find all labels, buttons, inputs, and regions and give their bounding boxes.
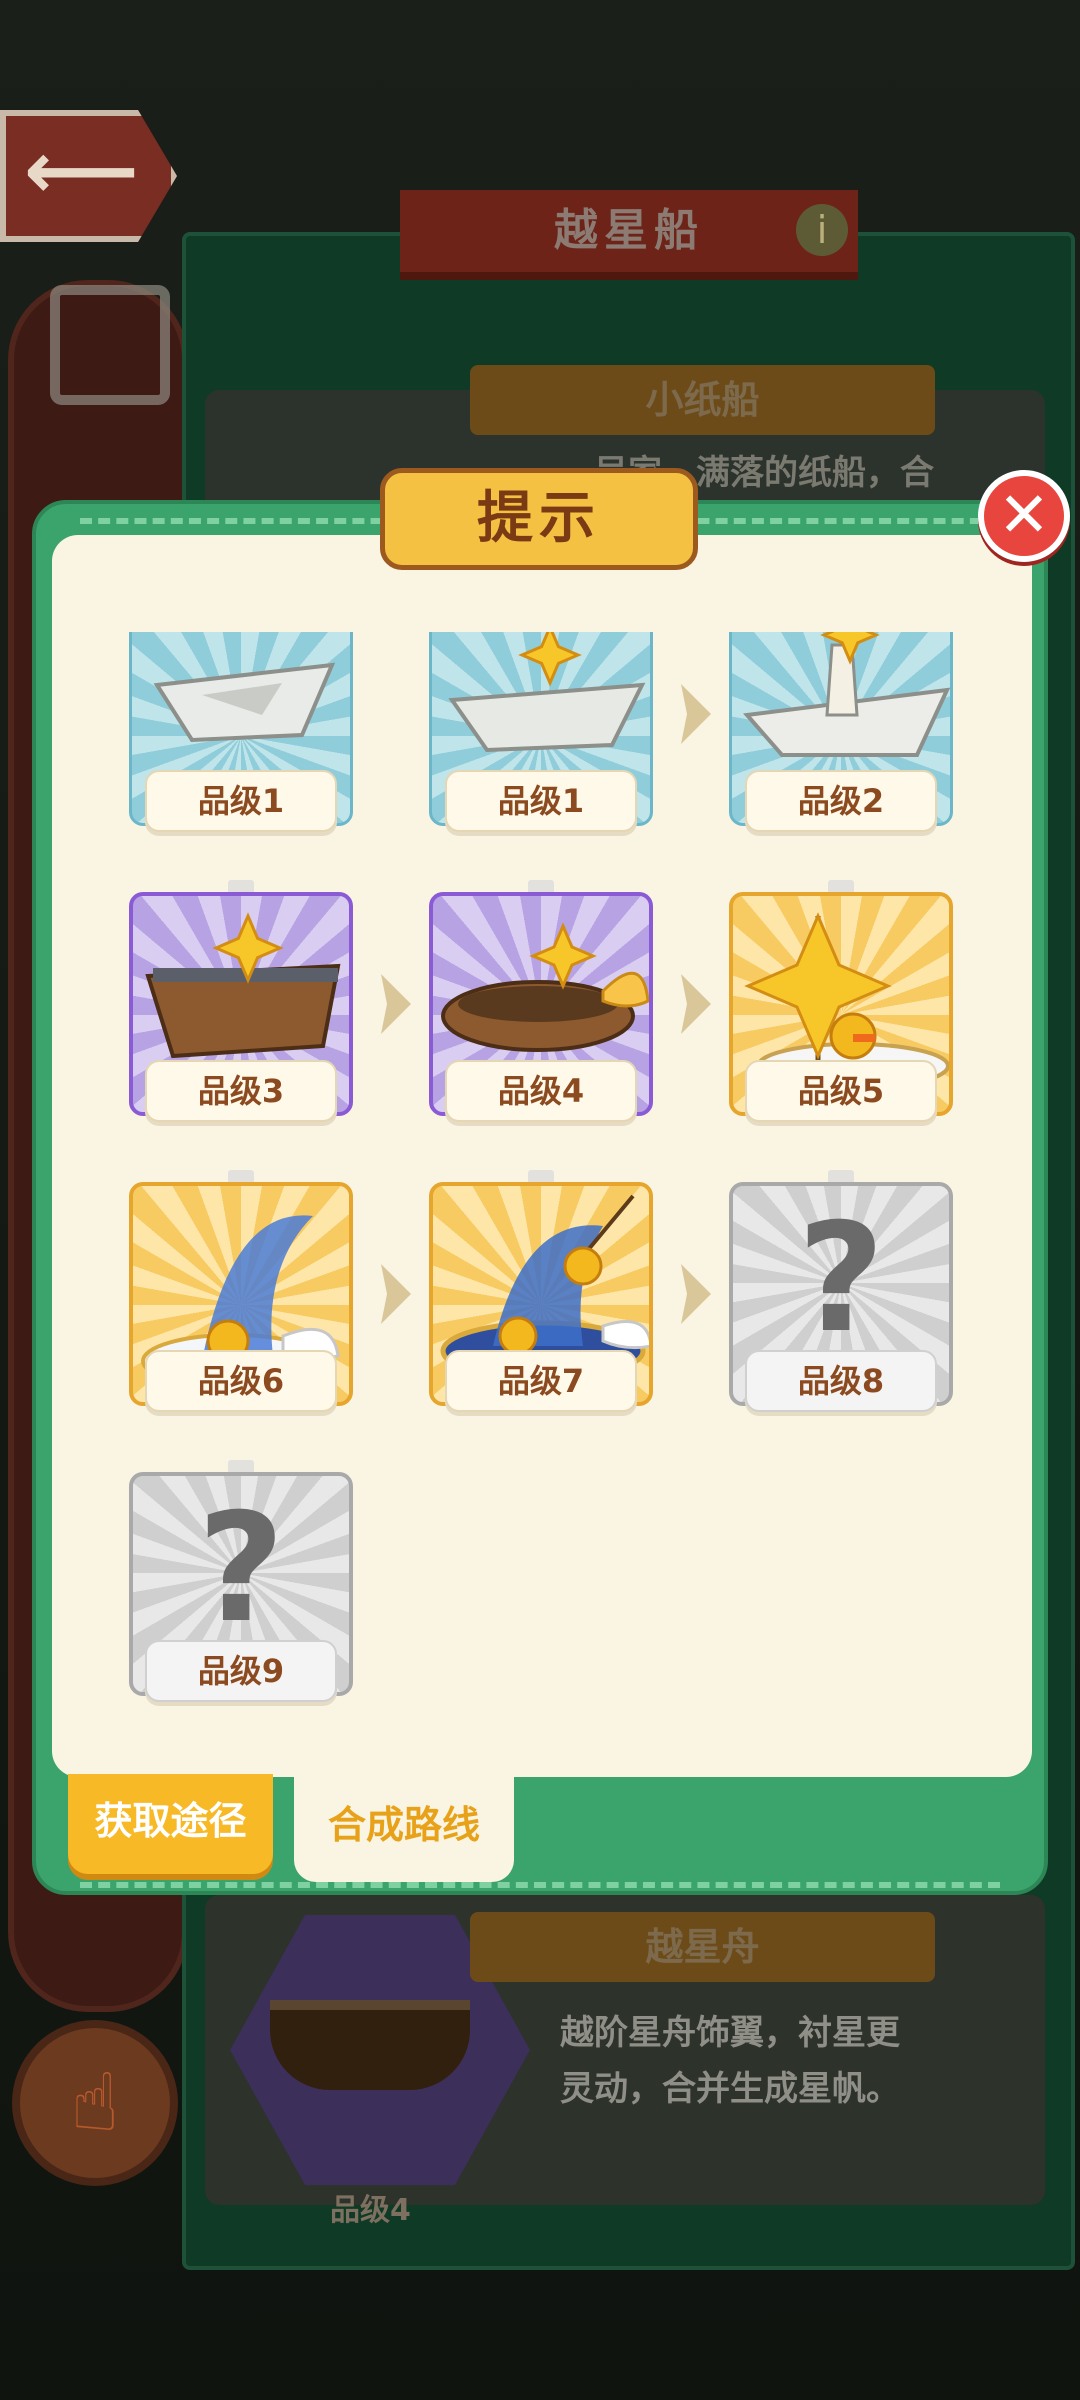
chevron-right-icon (381, 1264, 411, 1324)
grade-label: 品级6 (145, 1350, 337, 1412)
grade-label: 品级7 (445, 1350, 637, 1412)
background-item-desc-2: 越阶星舟饰翼，衬星更 灵动，合并生成星帆。 (560, 2005, 1010, 2117)
chevron-right-icon (681, 684, 711, 744)
grade-label: 品级9 (145, 1640, 337, 1702)
close-icon: ✕ (998, 478, 1050, 551)
background-panel-title: 越星船 i (400, 190, 858, 280)
grade-label: 品级3 (145, 1060, 337, 1122)
dialog-title: 提示 (477, 486, 601, 551)
question-mark-icon: ? (797, 1192, 885, 1366)
close-button[interactable]: ✕ (978, 470, 1070, 562)
chevron-right-icon (381, 974, 411, 1034)
frame-dash-bottom (80, 1882, 1000, 1888)
tab-obtain[interactable]: 获取途径 (68, 1774, 273, 1874)
grade-label: 品级8 (745, 1350, 937, 1412)
background-item-name-2: 越星舟 (470, 1912, 935, 1982)
grade-label: 品级1 (445, 770, 637, 832)
tab-route[interactable]: 合成路线 (294, 1774, 514, 1882)
dialog-title-plate: 提示 (380, 468, 698, 570)
info-icon[interactable]: i (796, 204, 848, 256)
grade-label: 品级2 (745, 770, 937, 832)
background-title-text: 越星船 (554, 205, 704, 256)
desc-line-1: 越阶星舟饰翼，衬星更 (560, 2013, 900, 2053)
hint-finger-button[interactable]: ☝ (12, 2020, 178, 2186)
grade-label: 品级5 (745, 1060, 937, 1122)
chevron-right-icon (681, 974, 711, 1034)
tab-route-label: 合成路线 (327, 1803, 480, 1847)
merge-route-scroll[interactable]: 品级1 品级1 品级2 品级3 品级4 品级5 品级6 品级7? 品级8? 品级9 (52, 632, 1032, 1777)
pointing-hand-icon: ☝ (70, 2056, 120, 2149)
winged-boat-icon (270, 2000, 470, 2090)
back-arrow-icon: ⟵ (24, 124, 139, 217)
merge-icon[interactable] (50, 285, 170, 405)
question-mark-icon: ? (197, 1482, 285, 1656)
grade-label: 品级4 (445, 1060, 637, 1122)
tab-obtain-label: 获取途径 (94, 1799, 247, 1843)
desc-line-2: 灵动，合并生成星帆。 (560, 2069, 900, 2109)
chevron-right-icon (681, 1264, 711, 1324)
background-item-name: 小纸船 (470, 365, 935, 435)
grade-label: 品级1 (145, 770, 337, 832)
background-item-grade: 品级4 (330, 2193, 411, 2228)
